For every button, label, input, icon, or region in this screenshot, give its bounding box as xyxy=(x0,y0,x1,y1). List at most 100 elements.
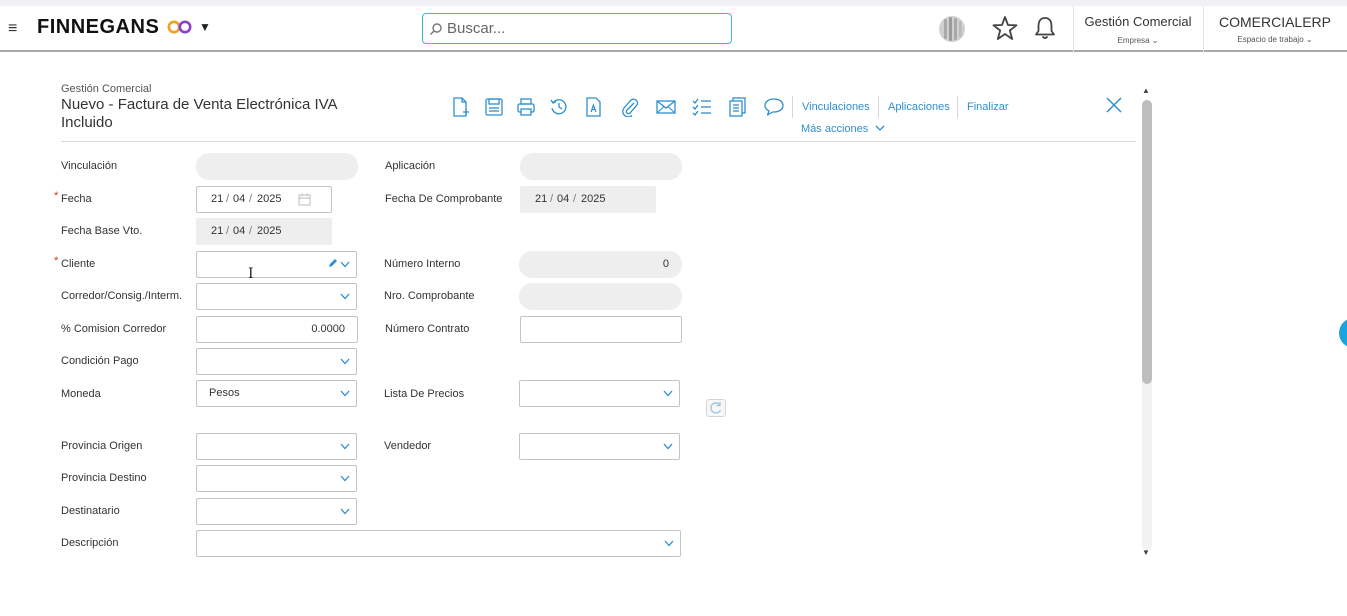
company-title: Gestión Comercial xyxy=(1084,14,1192,29)
chevron-down-icon[interactable] xyxy=(340,293,350,300)
toolbar-divider xyxy=(792,96,793,118)
fecha-base-vto-label: Fecha Base Vto. xyxy=(61,225,143,237)
provincia-origen-select[interactable] xyxy=(196,433,357,460)
fecha-base-vto-month: 04 xyxy=(233,225,246,237)
fecha-comprobante-label: Fecha De Comprobante xyxy=(385,193,503,205)
comision-input[interactable]: 0.0000 xyxy=(196,316,358,343)
topbar-divider xyxy=(1203,6,1204,52)
company-subtitle: Empresa ⌄ xyxy=(1117,36,1159,45)
toolbar-divider xyxy=(957,96,958,118)
toolbar-divider xyxy=(878,96,879,118)
chevron-down-icon[interactable] xyxy=(340,358,350,365)
edit-pencil-icon[interactable] xyxy=(328,258,338,268)
aplicacion-label: Aplicación xyxy=(385,160,436,172)
fecha-year: 2025 xyxy=(257,193,282,205)
aplicaciones-link[interactable]: Aplicaciones xyxy=(888,101,950,113)
brand-logo[interactable]: FINNEGANS xyxy=(37,16,159,39)
hamburger-menu-icon[interactable]: ≡ xyxy=(8,20,17,38)
moneda-label: Moneda xyxy=(61,388,101,400)
more-actions-menu[interactable]: Más acciones xyxy=(801,123,885,135)
fecha-base-vto-year: 2025 xyxy=(257,225,282,237)
required-marker: * xyxy=(54,255,59,267)
moneda-value: Pesos xyxy=(209,387,240,399)
destinatario-select[interactable] xyxy=(196,498,357,525)
scrollbar-thumb[interactable] xyxy=(1142,100,1152,384)
workspace-subtitle: Espacio de trabajo ⌄ xyxy=(1237,35,1313,44)
search-icon xyxy=(430,23,442,35)
favorites-star-icon[interactable] xyxy=(992,15,1018,41)
condicion-pago-label: Condición Pago xyxy=(61,355,139,367)
scroll-up-arrow-icon[interactable]: ▲ xyxy=(1142,86,1150,95)
descripcion-label: Descripción xyxy=(61,537,119,549)
notifications-bell-icon[interactable] xyxy=(1034,16,1056,40)
fecha-label: Fecha xyxy=(61,193,92,205)
numero-contrato-label: Número Contrato xyxy=(385,323,470,335)
provincia-destino-select[interactable] xyxy=(196,465,357,492)
refresh-prices-button[interactable] xyxy=(706,399,726,417)
nro-comprobante-label: Nro. Comprobante xyxy=(384,290,475,302)
vendedor-select[interactable] xyxy=(519,433,680,460)
finalizar-link[interactable]: Finalizar xyxy=(967,101,1009,113)
moneda-select[interactable]: Pesos xyxy=(196,380,357,407)
nro-comprobante-field xyxy=(519,283,682,310)
fecha-base-vto-day: 21 xyxy=(211,225,224,237)
chevron-down-icon[interactable] xyxy=(340,390,350,397)
report-icon[interactable] xyxy=(728,97,748,117)
fecha-comprobante-year: 2025 xyxy=(581,193,606,205)
destinatario-label: Destinatario xyxy=(61,505,120,517)
email-icon[interactable] xyxy=(656,97,676,117)
calendar-icon[interactable] xyxy=(298,193,311,206)
header-divider xyxy=(61,141,1136,142)
vinculacion-label: Vinculación xyxy=(61,160,118,172)
chevron-down-icon[interactable] xyxy=(340,508,350,515)
save-icon[interactable] xyxy=(484,97,504,117)
chevron-down-icon[interactable] xyxy=(663,390,673,397)
company-selector[interactable]: Gestión Comercial Empresa ⌄ xyxy=(1078,14,1198,45)
chevron-down-icon xyxy=(875,125,885,131)
corredor-select[interactable] xyxy=(196,283,357,310)
chevron-down-icon[interactable] xyxy=(340,261,350,268)
text-cursor-icon: I xyxy=(248,266,254,282)
fecha-date-input[interactable]: 21 / 04 / 2025 xyxy=(196,186,332,213)
fecha-comprobante-day: 21 xyxy=(535,193,548,205)
text-document-icon[interactable] xyxy=(584,97,604,117)
chevron-down-icon[interactable] xyxy=(340,475,350,482)
fecha-comprobante-input: 21 / 04 / 2025 xyxy=(520,186,656,213)
provincia-origen-label: Provincia Origen xyxy=(61,440,143,452)
chevron-down-icon[interactable] xyxy=(663,443,673,450)
print-icon[interactable] xyxy=(516,97,536,117)
workspace-selector[interactable]: COMERCIALERP Espacio de trabajo ⌄ xyxy=(1207,14,1343,44)
topbar-divider xyxy=(1073,6,1074,52)
new-document-icon[interactable] xyxy=(451,97,471,117)
comision-label: % Comision Corredor xyxy=(61,323,167,335)
help-bubble-button[interactable] xyxy=(1339,318,1347,348)
fecha-comprobante-month: 04 xyxy=(557,193,570,205)
attachment-icon[interactable] xyxy=(620,97,640,117)
fecha-month: 04 xyxy=(233,193,246,205)
fecha-base-vto-input: 21 / 04 / 2025 xyxy=(196,218,332,245)
chevron-down-icon[interactable] xyxy=(340,443,350,450)
aplicacion-field xyxy=(520,153,682,180)
workspace-title: COMERCIALERP xyxy=(1218,14,1332,30)
comment-icon[interactable] xyxy=(764,97,784,117)
search-input[interactable] xyxy=(447,14,727,43)
lista-precios-select[interactable] xyxy=(519,380,680,407)
close-icon[interactable] xyxy=(1105,96,1123,114)
condicion-pago-select[interactable] xyxy=(196,348,357,375)
brand-co-icon xyxy=(167,20,192,34)
numero-interno-label: Número Interno xyxy=(384,258,461,270)
chevron-down-icon[interactable] xyxy=(664,540,674,547)
brand-dropdown-icon[interactable]: ▼ xyxy=(199,20,211,34)
history-icon[interactable] xyxy=(549,97,569,117)
numero-contrato-input[interactable] xyxy=(520,316,682,343)
refresh-icon xyxy=(710,402,722,414)
cliente-select[interactable] xyxy=(196,251,357,278)
vinculaciones-link[interactable]: Vinculaciones xyxy=(802,101,870,113)
more-actions-label: Más acciones xyxy=(801,123,869,135)
descripcion-select[interactable] xyxy=(196,530,681,557)
checklist-icon[interactable] xyxy=(692,97,712,117)
comision-value: 0.0000 xyxy=(311,323,345,335)
cliente-label: Cliente xyxy=(61,258,96,270)
search-box[interactable] xyxy=(422,13,732,44)
scroll-down-arrow-icon[interactable]: ▼ xyxy=(1142,548,1150,557)
